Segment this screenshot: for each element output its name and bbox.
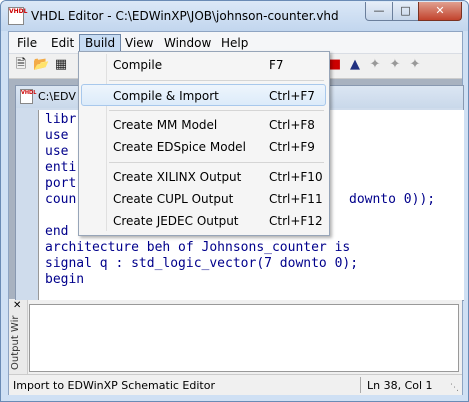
status-message: Import to EDWinXP Schematic Editor bbox=[13, 379, 215, 392]
menu-item-label: Create EDSpice Model bbox=[113, 140, 246, 154]
maximize-button[interactable]: □ bbox=[392, 2, 419, 21]
menu-item-label: Create JEDEC Output bbox=[113, 214, 239, 228]
code-line: signal q : std_logic_vector(7 downto 0); bbox=[45, 256, 359, 271]
menu-item-shortcut: F7 bbox=[269, 58, 284, 72]
cursor-position: Ln 38, Col 1 bbox=[367, 379, 433, 392]
menu-item-shortcut: Ctrl+F8 bbox=[269, 118, 315, 132]
vhdl-app-icon: VHDL bbox=[8, 7, 27, 25]
close-icon[interactable]: ✕ bbox=[13, 300, 21, 311]
save-icon[interactable]: ▦ bbox=[53, 57, 69, 73]
output-window-label: Output Wir bbox=[10, 315, 21, 370]
code-fragment: downto 0)); bbox=[349, 192, 436, 207]
code-line: port bbox=[45, 176, 77, 191]
menu-item-create-edspice-model[interactable]: Create EDSpice Model Ctrl+F9 bbox=[81, 136, 326, 158]
menu-item-label: Compile bbox=[113, 58, 163, 72]
close-button[interactable]: ✕ bbox=[418, 2, 462, 21]
menu-item-compile[interactable]: Compile F7 bbox=[81, 54, 326, 76]
menu-item-create-cupl-output[interactable]: Create CUPL Output Ctrl+F11 bbox=[81, 188, 326, 210]
menu-file[interactable]: File bbox=[12, 35, 42, 51]
minimize-button[interactable]: — bbox=[365, 2, 393, 21]
menu-item-shortcut: Ctrl+F10 bbox=[269, 170, 323, 184]
menu-item-compile-import[interactable]: Compile & Import Ctrl+F7 bbox=[81, 84, 326, 106]
menu-item-label: Create XILINX Output bbox=[113, 170, 242, 184]
code-line: use bbox=[45, 128, 69, 143]
status-bar: Import to EDWinXP Schematic Editor Ln 38… bbox=[9, 374, 462, 395]
menu-item-label: Compile & Import bbox=[113, 89, 219, 103]
code-line: libr bbox=[45, 112, 77, 127]
document-icon: VHDL bbox=[20, 89, 36, 104]
open-folder-icon[interactable]: 📂 bbox=[33, 57, 49, 73]
title-bar[interactable]: VHDL VHDL Editor - C:\EDWinXP\JOB\johnso… bbox=[1, 1, 468, 31]
menu-item-shortcut: Ctrl+F12 bbox=[269, 214, 323, 228]
code-line: end bbox=[45, 224, 69, 239]
menu-window[interactable]: Window bbox=[159, 35, 216, 51]
menu-view[interactable]: View bbox=[120, 35, 158, 51]
code-line: use bbox=[45, 144, 69, 159]
tool-icon-2[interactable]: ✦ bbox=[387, 57, 403, 73]
menu-separator bbox=[109, 80, 324, 81]
menu-build[interactable]: Build bbox=[79, 34, 122, 52]
menu-item-shortcut: Ctrl+F7 bbox=[269, 89, 315, 103]
menu-item-shortcut: Ctrl+F9 bbox=[269, 140, 315, 154]
menu-item-label: Create CUPL Output bbox=[113, 192, 234, 206]
menu-help[interactable]: Help bbox=[216, 35, 253, 51]
output-window: ✕ Output Wir bbox=[9, 300, 462, 374]
menu-item-label: Create MM Model bbox=[113, 118, 218, 132]
menu-item-shortcut: Ctrl+F11 bbox=[269, 192, 323, 206]
resize-grip-icon[interactable]: ⋱ bbox=[450, 383, 460, 393]
code-line: coun bbox=[45, 192, 77, 207]
build-menu-dropdown: Compile F7 Compile & Import Ctrl+F7 Crea… bbox=[78, 51, 330, 236]
menu-item-create-xilinx-output[interactable]: Create XILINX Output Ctrl+F10 bbox=[81, 166, 326, 188]
code-line: architecture beh of Johnsons_counter is bbox=[45, 240, 351, 255]
menu-separator bbox=[109, 110, 324, 111]
status-divider bbox=[360, 377, 361, 393]
document-title: C:\EDV bbox=[38, 90, 76, 103]
tool-icon-3[interactable]: ✦ bbox=[407, 57, 423, 73]
import-icon[interactable]: ▲ bbox=[347, 57, 363, 73]
menu-edit[interactable]: Edit bbox=[46, 35, 79, 51]
code-line: enti bbox=[45, 160, 77, 175]
new-file-icon[interactable]: 🗎 bbox=[13, 57, 29, 73]
window-title: VHDL Editor - C:\EDWinXP\JOB\johnson-cou… bbox=[31, 9, 339, 23]
menu-separator bbox=[109, 162, 324, 163]
menu-item-create-jedec-output[interactable]: Create JEDEC Output Ctrl+F12 bbox=[81, 210, 326, 232]
output-tab: ✕ Output Wir bbox=[9, 300, 28, 374]
code-line: begin bbox=[45, 272, 85, 287]
output-text-area[interactable] bbox=[29, 304, 459, 372]
menu-item-create-mm-model[interactable]: Create MM Model Ctrl+F8 bbox=[81, 114, 326, 136]
tool-icon-1[interactable]: ✦ bbox=[367, 57, 383, 73]
